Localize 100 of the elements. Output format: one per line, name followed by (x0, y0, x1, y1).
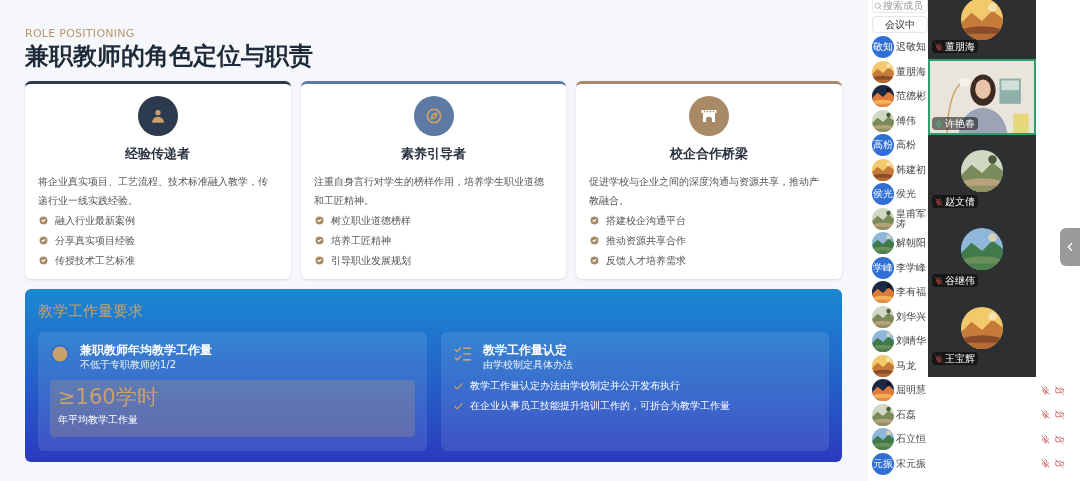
participant-name: 屈明慧 (896, 385, 926, 396)
avatar: 元振 (872, 452, 894, 475)
video-tile[interactable]: 谷继伟 (928, 214, 1036, 292)
participant-row[interactable]: 敬知 迟敬知 (872, 35, 928, 60)
participant-name: 宋元振 (896, 458, 926, 469)
participant-row[interactable]: 刘华兴 (872, 304, 928, 329)
check-icon (589, 254, 601, 266)
check-icon (589, 214, 601, 226)
participant-row[interactable]: 李有福 (872, 280, 928, 305)
workload-title: 教学工作量认定 (482, 342, 568, 358)
participant-row[interactable]: 韩建初 (872, 157, 928, 182)
mic-off-icon (935, 197, 943, 206)
participant-name: 石磊 (896, 409, 916, 420)
participant-name: 皇甫军涛 (896, 208, 927, 229)
card-point: 搭建校企沟通平台 (606, 213, 687, 228)
workload-subtitle: 不低于专职教师的1/2 (80, 358, 178, 372)
stat-value: ≥160学时 (58, 384, 159, 411)
participant-name: 李有福 (896, 287, 926, 298)
card-description: 促进学校与企业之间的深度沟通与资源共享，推动产教融合。 (589, 174, 821, 208)
card-point: 推动资源共享合作 (606, 233, 687, 248)
mic-off-icon (1041, 459, 1050, 469)
participant-row[interactable]: 马龙 (872, 353, 928, 378)
participant-row[interactable]: 刘晴华 (872, 329, 928, 354)
participant-name: 高粉 (896, 140, 916, 151)
participant-row[interactable]: 皇甫军涛 (872, 206, 928, 231)
participant-row[interactable]: 石立恒 (872, 427, 1074, 452)
video-tile[interactable]: 董朋海 (928, 0, 1036, 58)
participant-name: 李学峰 (896, 262, 926, 273)
participant-name: 范德彬 (896, 91, 926, 102)
card-title: 素养引导者 (401, 145, 466, 163)
camera-off-icon (1055, 459, 1064, 469)
mic-off-icon (935, 276, 943, 285)
collapse-button[interactable] (1060, 228, 1080, 266)
participant-row[interactable]: 范德彬 (872, 84, 928, 109)
person-icon (137, 96, 178, 136)
check-icon (38, 234, 49, 246)
participant-row[interactable]: 学峰 李学峰 (872, 255, 928, 280)
card-title: 校企合作桥梁 (670, 145, 749, 163)
mic-off-icon (935, 42, 943, 51)
participant-row[interactable]: 石磊 (872, 402, 1074, 427)
card-description: 将企业真实项目、工艺流程、技术标准融入教学，传递行业一线实践经验。 (38, 174, 269, 208)
avatar: 高粉 (872, 134, 894, 157)
check-icon (589, 234, 601, 246)
participant-name: 解朝阳 (896, 238, 926, 249)
video-tile[interactable]: 王宝辉 (928, 293, 1036, 370)
avatar: 学峰 (872, 256, 894, 279)
workload-title: 兼职教师年均教学工作量 (80, 342, 212, 358)
camera-off-icon (1055, 410, 1064, 420)
participant-name: 傅伟 (896, 115, 916, 126)
avatar: 侯光 (872, 183, 894, 206)
check-icon (38, 254, 49, 266)
search-icon (874, 2, 882, 10)
check-icon (38, 214, 49, 226)
participant-row[interactable]: 傅伟 (872, 108, 928, 133)
participant-name: 侯光 (896, 189, 916, 200)
card-point: 分享真实项目经验 (55, 233, 135, 248)
participant-name: 马龙 (896, 360, 916, 371)
participant-name: 赵文倩 (945, 195, 975, 208)
card-point: 树立职业道德榜样 (330, 213, 411, 228)
check-icon (313, 234, 325, 246)
participant-name: 许艳春 (945, 117, 975, 130)
camera-off-icon (1055, 434, 1064, 444)
mic-off-icon (1041, 385, 1050, 395)
stat-caption: 年平均教学工作量 (58, 413, 139, 427)
card-point: 引导职业发展规划 (330, 253, 411, 268)
mic-off-icon (935, 354, 943, 363)
participant-row[interactable]: 屈明慧 (872, 378, 1074, 403)
mic-off-icon (1041, 434, 1050, 444)
check-icon (452, 400, 464, 412)
checklist-icon (452, 344, 473, 364)
participant-name: 王宝辉 (945, 352, 975, 365)
participant-row[interactable]: 解朝阳 (872, 231, 928, 256)
compass-icon (413, 96, 454, 136)
video-tile[interactable]: 许艳春 (928, 59, 1036, 135)
participant-row[interactable]: 侯光 侯光 (872, 182, 928, 207)
check-icon (452, 380, 464, 392)
participant-row[interactable]: 高粉 高粉 (872, 133, 928, 158)
card-description: 注重自身言行对学生的榜样作用，培养学生职业道德和工匠精神。 (313, 174, 545, 208)
participant-name: 董朋海 (896, 66, 926, 77)
participant-name: 谷继伟 (945, 274, 975, 287)
participant-name: 刘华兴 (896, 311, 926, 322)
participant-name: 石立恒 (896, 434, 926, 445)
participant-name: 刘晴华 (896, 336, 926, 347)
camera-off-icon (1055, 385, 1064, 395)
avatar: 敬知 (872, 36, 894, 59)
video-tile[interactable]: 赵文倩 (928, 136, 1036, 213)
workload-item: 在企业从事员工技能提升培训工作的，可折合为教学工作量 (469, 399, 730, 413)
participant-name: 迟敬知 (896, 42, 926, 53)
participant-row[interactable]: 董朋海 (872, 59, 928, 84)
card-title: 经验传递者 (125, 145, 191, 163)
card-point: 培养工匠精神 (330, 233, 391, 248)
participant-name: 韩建初 (896, 164, 926, 175)
card-point: 传授技术工艺标准 (55, 253, 135, 268)
section-heading: 教学工作量要求 (38, 301, 144, 321)
card-point: 融入行业最新案例 (55, 213, 135, 228)
mic-icon (935, 119, 943, 128)
workload-subtitle: 由学校制定具体办法 (482, 358, 573, 372)
workload-item: 教学工作量认定办法由学校制定并公开发布执行 (469, 379, 680, 393)
participant-row[interactable]: 元振 宋元振 (872, 451, 1074, 476)
bridge-icon (689, 96, 730, 136)
